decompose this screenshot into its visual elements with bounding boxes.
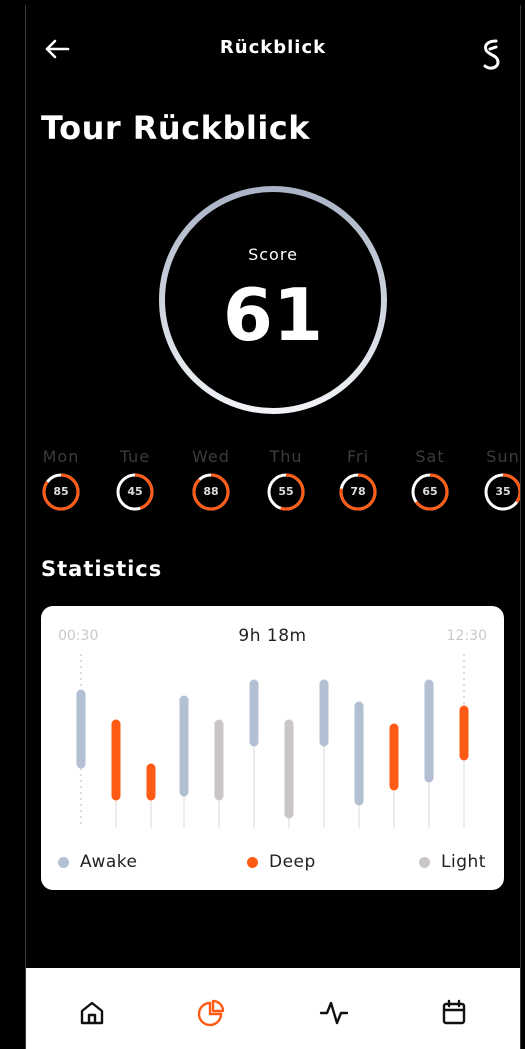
day-score-badge: 78: [338, 472, 378, 512]
day-score-row[interactable]: Mon 85 Tue 45 Wed 88 Thu 55 Fri 78 Sat 65 Sun 35: [26, 447, 520, 527]
brand-logo-icon: [483, 39, 500, 70]
home-icon: [80, 1001, 104, 1025]
total-duration: 9h 18m: [238, 626, 307, 646]
day-score-value: 55: [278, 485, 294, 498]
day-item-fri[interactable]: Fri 78: [329, 447, 387, 512]
day-score-value: 65: [422, 485, 438, 498]
legend-awake-dot: [58, 856, 69, 868]
legend-deep-label: Deep: [269, 852, 316, 872]
legend-light-dot: [419, 856, 430, 868]
brand-logo-button[interactable]: [476, 35, 506, 73]
pie-chart-icon: [197, 999, 225, 1027]
day-name: Sat: [415, 447, 445, 466]
day-name: Tue: [119, 447, 151, 466]
nav-home[interactable]: [77, 998, 107, 1028]
day-score-value: 85: [53, 485, 69, 498]
activity-icon: [319, 1001, 349, 1025]
day-name: Thu: [269, 447, 303, 466]
bottom-navigation: [26, 968, 520, 1049]
day-score-badge: 85: [41, 472, 81, 512]
day-score-value: 78: [350, 485, 366, 498]
day-item-tue[interactable]: Tue 45: [106, 447, 164, 512]
nav-calendar[interactable]: [439, 998, 469, 1028]
day-score-value: 45: [127, 485, 143, 498]
legend-deep: Deep: [247, 852, 316, 872]
day-item-sun[interactable]: Sun 35: [474, 447, 520, 512]
day-score-value: 88: [203, 485, 219, 498]
day-item-wed[interactable]: Wed 88: [182, 447, 240, 512]
day-name: Fri: [346, 447, 370, 466]
sleep-stage-chart: [76, 654, 469, 828]
day-score-badge: 88: [191, 472, 231, 512]
nav-statistics[interactable]: [196, 998, 226, 1028]
day-name: Wed: [192, 447, 230, 466]
top-bar: Rückblick: [26, 5, 520, 93]
calendar-icon: [442, 999, 466, 1025]
top-title: Rückblick: [219, 37, 327, 58]
day-score-value: 35: [495, 485, 511, 498]
app-screen: Rückblick Tour Rückblick Score 61 Mon 85 T…: [25, 5, 521, 1049]
page-title: Tour Rückblick: [41, 109, 311, 147]
day-score-badge: 45: [115, 472, 155, 512]
legend-awake: Awake: [58, 852, 137, 872]
legend-light-label: Light: [441, 852, 486, 872]
legend-deep-dot: [247, 856, 258, 868]
nav-activity[interactable]: [319, 998, 349, 1028]
score-label: Score: [248, 245, 298, 264]
day-score-badge: 35: [483, 472, 520, 512]
day-item-thu[interactable]: Thu 55: [257, 447, 315, 512]
sleep-stats-card: 00:30 9h 18m 12:30 Awake Deep Light: [41, 606, 504, 890]
legend-light: Light: [419, 852, 486, 872]
statistics-title: Statistics: [41, 557, 163, 581]
day-name: Mon: [42, 447, 80, 466]
end-time: 12:30: [446, 628, 487, 644]
day-item-sat[interactable]: Sat 65: [401, 447, 459, 512]
day-item-mon[interactable]: Mon 85: [32, 447, 90, 512]
day-name: Sun: [486, 447, 520, 466]
day-score-badge: 55: [266, 472, 306, 512]
legend-awake-label: Awake: [80, 852, 138, 872]
score-value: 61: [222, 273, 324, 357]
day-score-badge: 65: [410, 472, 450, 512]
